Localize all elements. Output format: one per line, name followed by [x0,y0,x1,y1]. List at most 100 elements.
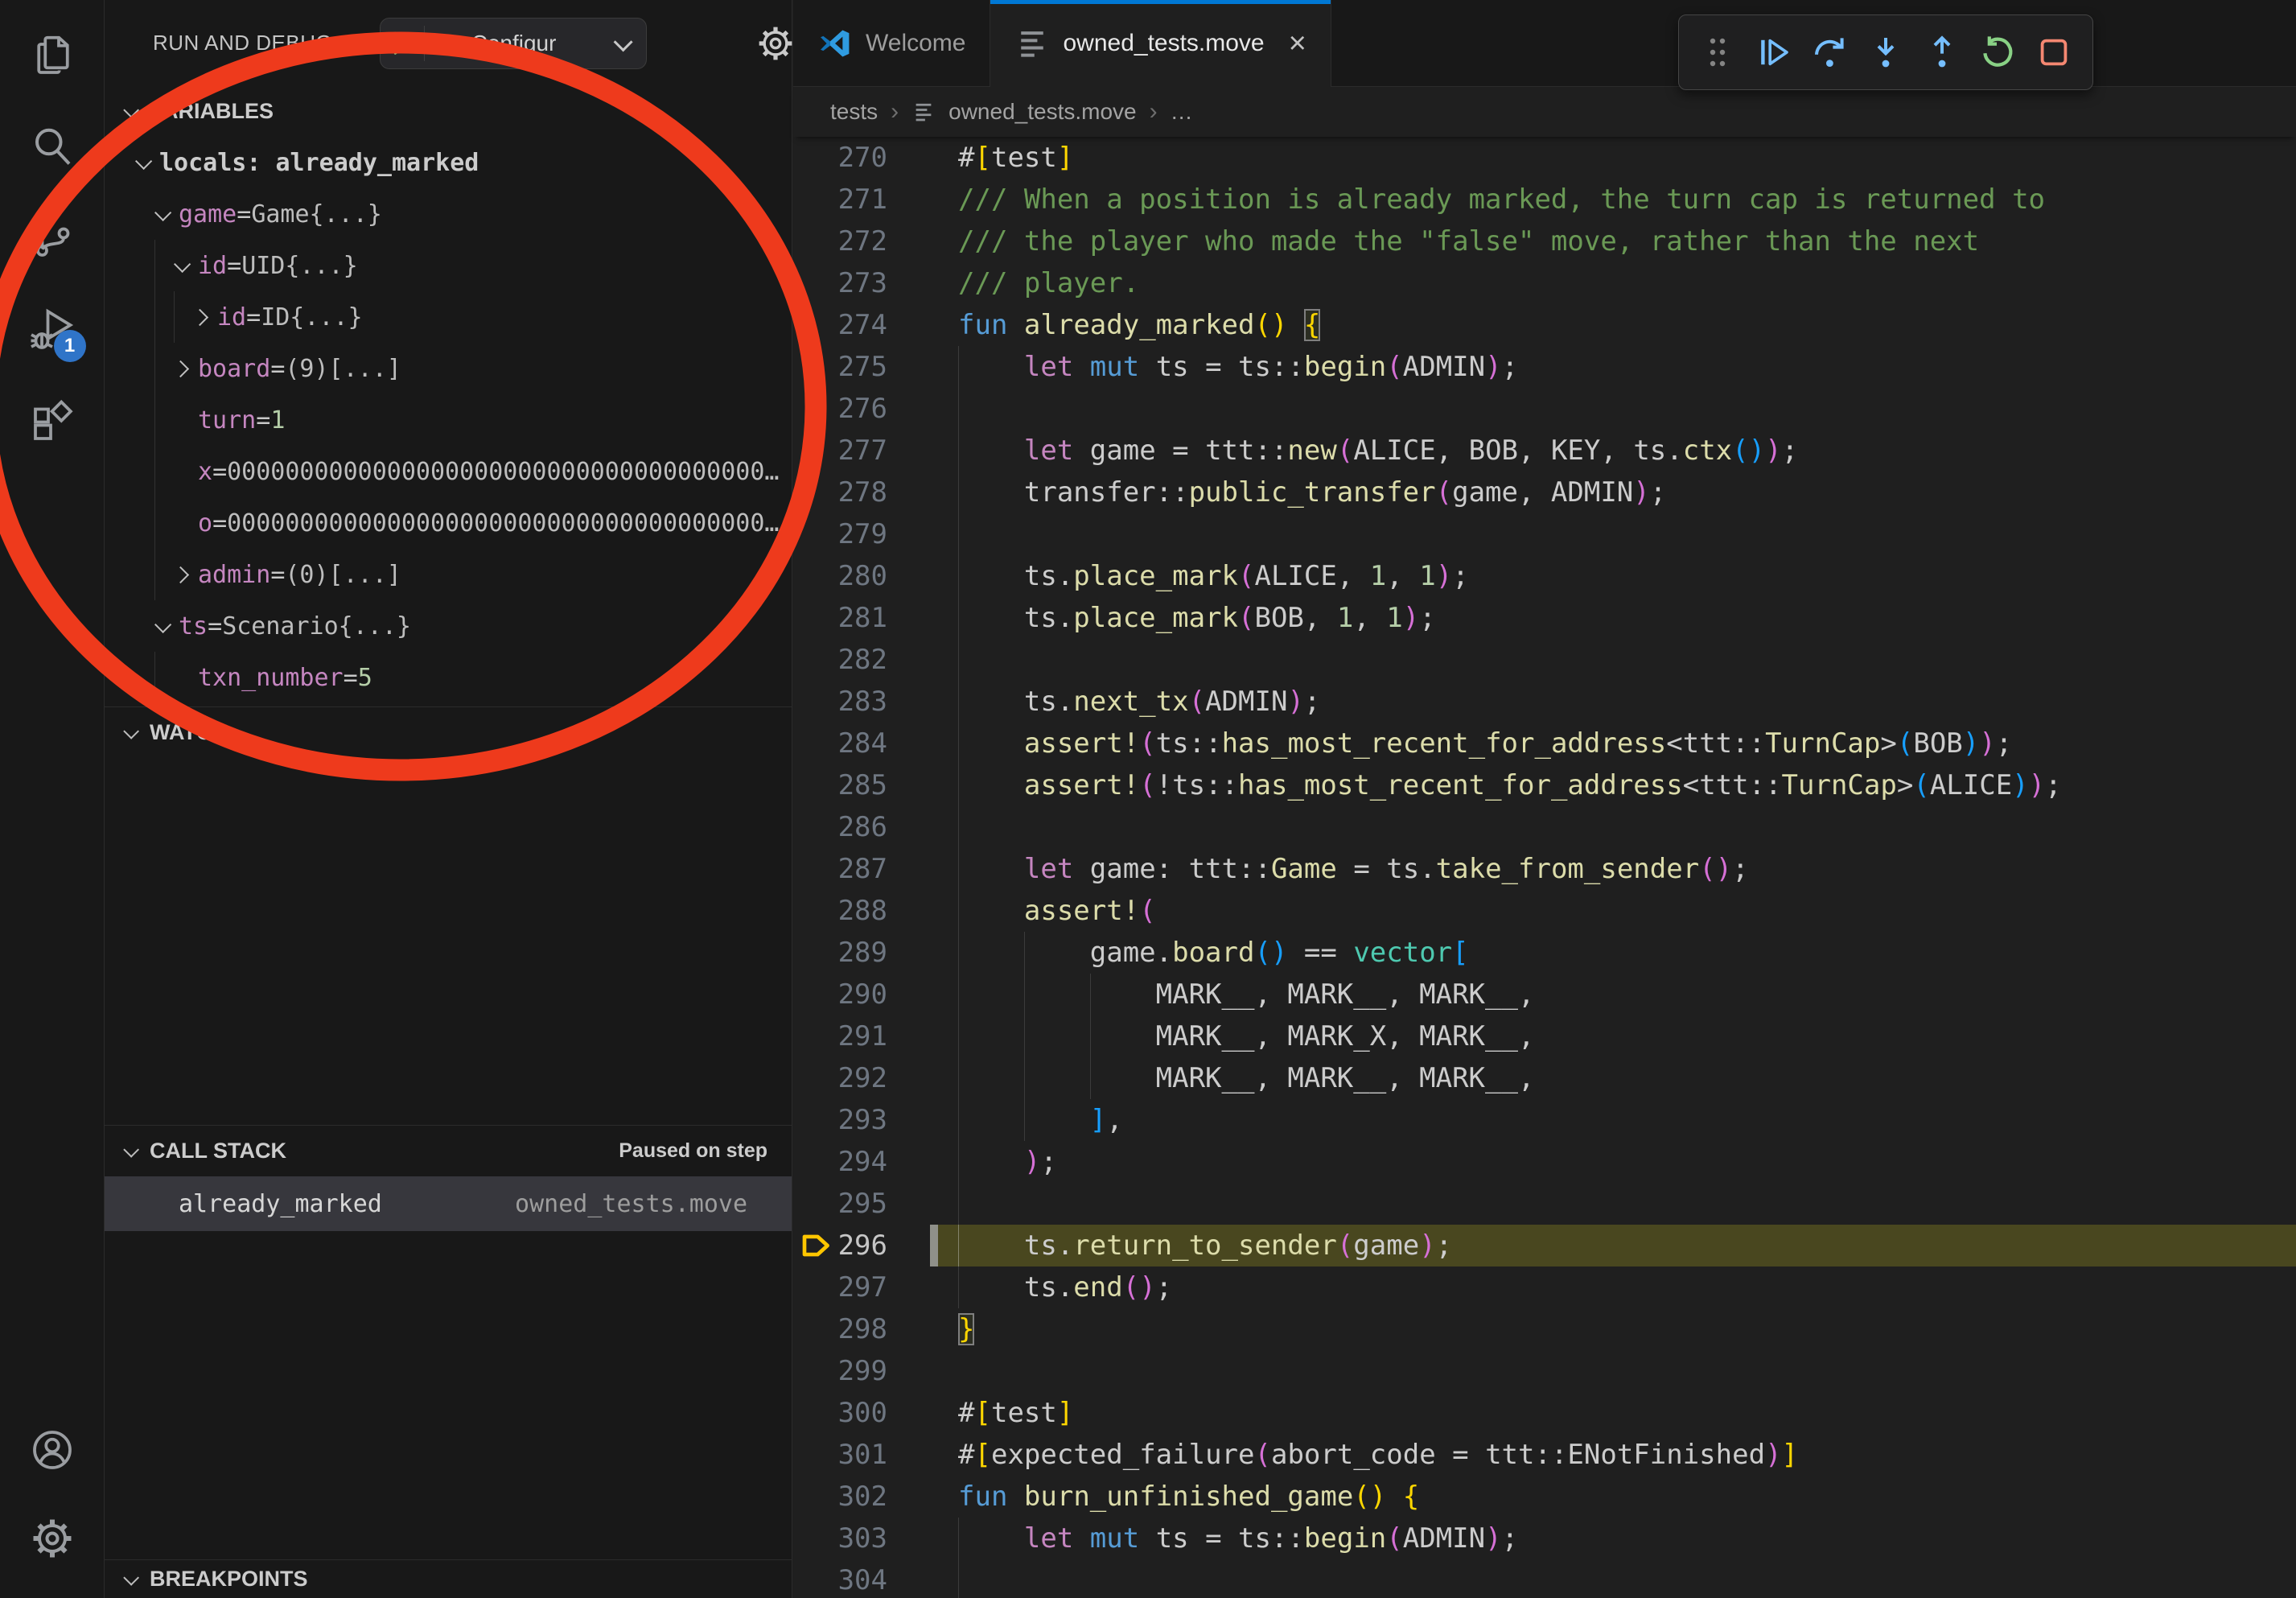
code-line-295[interactable]: 295 [793,1183,2296,1225]
watch-section-header[interactable]: WATCH [105,706,792,758]
gutter[interactable]: 274 [793,304,930,346]
code-line-content[interactable]: /// When a position is already marked, t… [930,179,2296,220]
code-line-298[interactable]: 298} [793,1308,2296,1350]
code-line-content[interactable]: /// the player who made the "false" move… [930,220,2296,262]
line-number[interactable]: 292 [838,1057,887,1099]
line-number[interactable]: 296 [838,1225,887,1266]
line-number[interactable]: 285 [838,764,887,806]
line-number[interactable]: 276 [838,388,887,430]
gutter[interactable]: 277 [793,430,930,472]
code-line-291[interactable]: 291 MARK__, MARK_X, MARK__, [793,1015,2296,1057]
gutter[interactable]: 272 [793,220,930,262]
code-line-290[interactable]: 290 MARK__, MARK__, MARK__, [793,974,2296,1015]
gutter[interactable]: 281 [793,597,930,639]
code-line-content[interactable]: #[expected_failure(abort_code = ttt::ENo… [930,1434,2296,1476]
variables-section-header[interactable]: VARIABLES [105,86,792,137]
start-debug-play-icon[interactable] [381,28,424,59]
line-number[interactable]: 299 [838,1350,887,1392]
gutter[interactable]: 296 [793,1225,930,1266]
twistie-expanded-icon[interactable] [143,620,179,632]
code-line-285[interactable]: 285 assert!(!ts::has_most_recent_for_add… [793,764,2296,806]
code-line-content[interactable]: /// player. [930,262,2296,304]
gutter[interactable]: 300 [793,1392,930,1434]
code-line-content[interactable]: ts.end(); [930,1266,2296,1308]
code-line-301[interactable]: 301#[expected_failure(abort_code = ttt::… [793,1434,2296,1476]
code-line-content[interactable]: let mut ts = ts::begin(ADMIN); [930,1518,2296,1559]
gutter[interactable]: 286 [793,806,930,848]
code-line-299[interactable]: 299 [793,1350,2296,1392]
toolbar-stop-icon[interactable] [2033,28,2075,76]
line-number[interactable]: 270 [838,137,887,179]
gutter[interactable]: 292 [793,1057,930,1099]
code-line-content[interactable]: game.board() == vector[ [930,932,2296,974]
breadcrumb-item[interactable]: owned_tests.move [948,99,1136,125]
gutter[interactable]: 295 [793,1183,930,1225]
code-line-content[interactable] [930,513,2296,555]
code-line-content[interactable]: let game: ttt::Game = ts.take_from_sende… [930,848,2296,890]
code-line-272[interactable]: 272/// the player who made the "false" m… [793,220,2296,262]
code-line-content[interactable] [930,1183,2296,1225]
gutter[interactable]: 290 [793,974,930,1015]
line-number[interactable]: 293 [838,1099,887,1141]
line-number[interactable]: 288 [838,890,887,932]
variable-row[interactable]: txn_number = 5 [105,652,792,703]
gutter[interactable]: 287 [793,848,930,890]
gutter[interactable]: 283 [793,681,930,723]
variable-row[interactable]: id = ID{...} [105,291,792,343]
code-line-296[interactable]: 296 ts.return_to_sender(game); [793,1225,2296,1266]
code-line-302[interactable]: 302 fun burn_unfinished_game() { [793,1476,2296,1518]
line-number[interactable]: 284 [838,723,887,764]
gutter[interactable]: 285 [793,764,930,806]
gutter[interactable]: 297 [793,1266,930,1308]
code-line-content[interactable]: } [930,1308,2296,1350]
gutter[interactable]: 289 [793,932,930,974]
code-line-content[interactable]: let mut ts = ts::begin(ADMIN); [930,346,2296,388]
gutter[interactable]: 302 [793,1476,930,1518]
code-line-content[interactable]: #[test] [930,1392,2296,1434]
code-line-content[interactable]: assert!(!ts::has_most_recent_for_address… [930,764,2296,806]
variable-row[interactable]: id = UID{...} [105,240,792,291]
line-number[interactable]: 290 [838,974,887,1015]
breakpoints-section-header[interactable]: BREAKPOINTS [105,1559,792,1598]
twistie-expanded-icon[interactable] [143,208,179,220]
activity-item-settings-gear-icon[interactable] [27,1514,78,1566]
twistie-expanded-icon[interactable] [124,157,159,169]
gutter[interactable]: 303 [793,1518,930,1559]
activity-item-account-icon[interactable] [27,1426,78,1477]
code-line-content[interactable]: assert!(ts::has_most_recent_for_address<… [930,723,2296,764]
line-number[interactable]: 298 [838,1308,887,1350]
breadcrumb-item[interactable]: tests [830,99,878,125]
line-number[interactable]: 286 [838,806,887,848]
gutter[interactable]: 284 [793,723,930,764]
twistie-collapsed-icon[interactable] [182,311,217,323]
gutter[interactable]: 273 [793,262,930,304]
code-line-281[interactable]: 281 ts.place_mark(BOB, 1, 1); [793,597,2296,639]
line-number[interactable]: 295 [838,1183,887,1225]
code-line-content[interactable]: MARK__, MARK__, MARK__, [930,974,2296,1015]
gutter[interactable]: 276 [793,388,930,430]
gutter[interactable]: 299 [793,1350,930,1392]
code-line-content[interactable]: fun already_marked() { [930,304,2296,346]
code-line-content[interactable] [930,639,2296,681]
toolbar-step-out-icon[interactable] [1921,28,1963,76]
code-line-303[interactable]: 303 let mut ts = ts::begin(ADMIN); [793,1518,2296,1559]
code-line-276[interactable]: 276 [793,388,2296,430]
line-number[interactable]: 289 [838,932,887,974]
code-line-content[interactable]: ts.place_mark(BOB, 1, 1); [930,597,2296,639]
toolbar-step-over-icon[interactable] [1808,28,1850,76]
gutter[interactable]: 275 [793,346,930,388]
debug-config-dropdown[interactable]: No Configur [380,18,647,69]
gutter[interactable]: 291 [793,1015,930,1057]
code-line-content[interactable]: transfer::public_transfer(game, ADMIN); [930,472,2296,513]
twistie-collapsed-icon[interactable] [163,569,198,581]
code-line-292[interactable]: 292 MARK__, MARK__, MARK__, [793,1057,2296,1099]
line-number[interactable]: 279 [838,513,887,555]
activity-item-run-debug-icon[interactable]: 1 [27,306,78,357]
code-line-286[interactable]: 286 [793,806,2296,848]
code-line-content[interactable]: fun burn_unfinished_game() { [930,1476,2296,1518]
code-line-content[interactable]: MARK__, MARK__, MARK__, [930,1057,2296,1099]
variable-row[interactable]: x = 000000000000000000000000000000000000… [105,446,792,497]
toolbar-restart-icon[interactable] [1977,28,2018,76]
line-number[interactable]: 302 [838,1476,887,1518]
variable-row[interactable]: admin = (0)[...] [105,549,792,600]
